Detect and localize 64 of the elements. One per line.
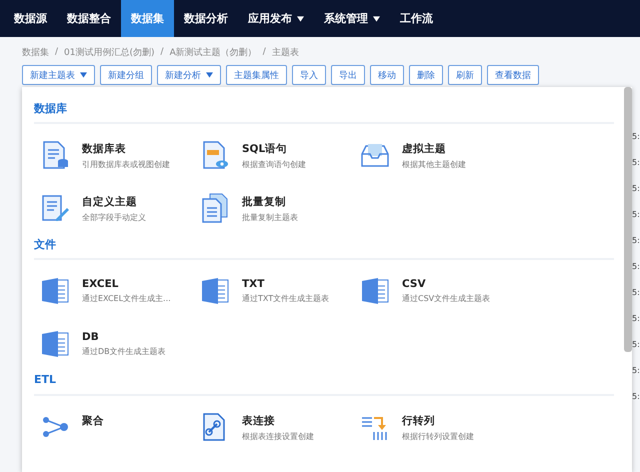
option-description: 通过DB文件生成主题表: [82, 346, 166, 357]
table-cell: 5:: [632, 236, 640, 245]
option-description: 根据行转列设置创建: [402, 431, 474, 442]
breadcrumb-separator: /: [262, 47, 266, 57]
table-cell: 5:: [632, 392, 640, 401]
option-description: 通过TXT文件生成主题表: [242, 293, 330, 304]
toolbar-button[interactable]: 移动: [370, 65, 404, 85]
nav-tab[interactable]: 数据集: [121, 0, 174, 37]
table-cell: 5:: [632, 184, 640, 193]
option-description: 根据其他主题创建: [402, 159, 466, 170]
toolbar-button[interactable]: 删除: [409, 65, 443, 85]
file-icon: [200, 276, 230, 306]
file-icon: [360, 276, 390, 306]
option-description: 全部字段手动定义: [82, 212, 146, 223]
toolbar-button[interactable]: 查看数据: [487, 65, 539, 85]
table-cell: 5:: [632, 288, 640, 297]
option-description: 根据表连接设置创建: [242, 431, 314, 442]
toolbar-button[interactable]: 新建分组: [100, 65, 152, 85]
nav-tab[interactable]: 应用发布: [238, 0, 314, 37]
table-cell: 5:: [632, 158, 640, 167]
table-cell: 5:: [632, 340, 640, 349]
option-title[interactable]: 行转列: [402, 414, 474, 428]
option-description: 通过CSV文件生成主题表: [402, 293, 490, 304]
breadcrumb-separator: /: [55, 47, 58, 57]
table-cell: 5:: [632, 210, 640, 219]
option-description: 通过EXCEL文件生成主...: [82, 293, 171, 304]
file-icon: [40, 329, 70, 359]
table-cell: 5:: [632, 366, 640, 375]
option-title[interactable]: 聚合: [82, 414, 104, 428]
option-title[interactable]: 表连接: [242, 414, 314, 428]
option-title[interactable]: 数据库表: [82, 142, 170, 156]
option-title[interactable]: TXT: [242, 278, 330, 290]
option-title[interactable]: 虚拟主题: [402, 142, 466, 156]
scrollbar[interactable]: [624, 87, 632, 352]
toolbar-button[interactable]: 新建分析: [157, 65, 221, 85]
document-pencil-icon: [40, 193, 70, 223]
option-title[interactable]: 批量复制: [242, 195, 298, 209]
toolbar-button[interactable]: 新建主题表: [22, 65, 95, 85]
copy-documents-icon: [200, 193, 230, 223]
table-cell: 5:: [632, 314, 640, 323]
option-title[interactable]: EXCEL: [82, 278, 171, 290]
option-title[interactable]: SQL语句: [242, 142, 306, 156]
breadcrumb-separator: /: [160, 47, 164, 57]
table-cell: 5:: [632, 132, 640, 141]
toolbar-button[interactable]: 导出: [331, 65, 365, 85]
option-description: 根据查询语句创建: [242, 159, 306, 170]
option-title[interactable]: 自定义主题: [82, 195, 146, 209]
option-description: 引用数据库表或视图创建: [82, 159, 170, 170]
section-heading: 数据库: [34, 101, 614, 124]
nav-tab[interactable]: 数据整合: [57, 0, 121, 37]
nav-tab[interactable]: 工作流: [390, 0, 443, 37]
toolbar-button[interactable]: 导入: [292, 65, 326, 85]
nav-tab[interactable]: 系统管理: [314, 0, 390, 37]
option-title[interactable]: DB: [82, 331, 166, 343]
section-heading: 文件: [34, 237, 614, 260]
nav-tab[interactable]: 数据源: [4, 0, 57, 37]
nav-tab[interactable]: 数据分析: [174, 0, 238, 37]
option-title[interactable]: CSV: [402, 278, 490, 290]
section-heading: ETL: [34, 373, 614, 396]
toolbar-button[interactable]: 主题集属性: [226, 65, 287, 85]
toolbar-button[interactable]: 刷新: [448, 65, 482, 85]
file-icon: [40, 276, 70, 306]
option-description: 批量复制主题表: [242, 212, 298, 223]
table-cell: 5:: [632, 262, 640, 271]
